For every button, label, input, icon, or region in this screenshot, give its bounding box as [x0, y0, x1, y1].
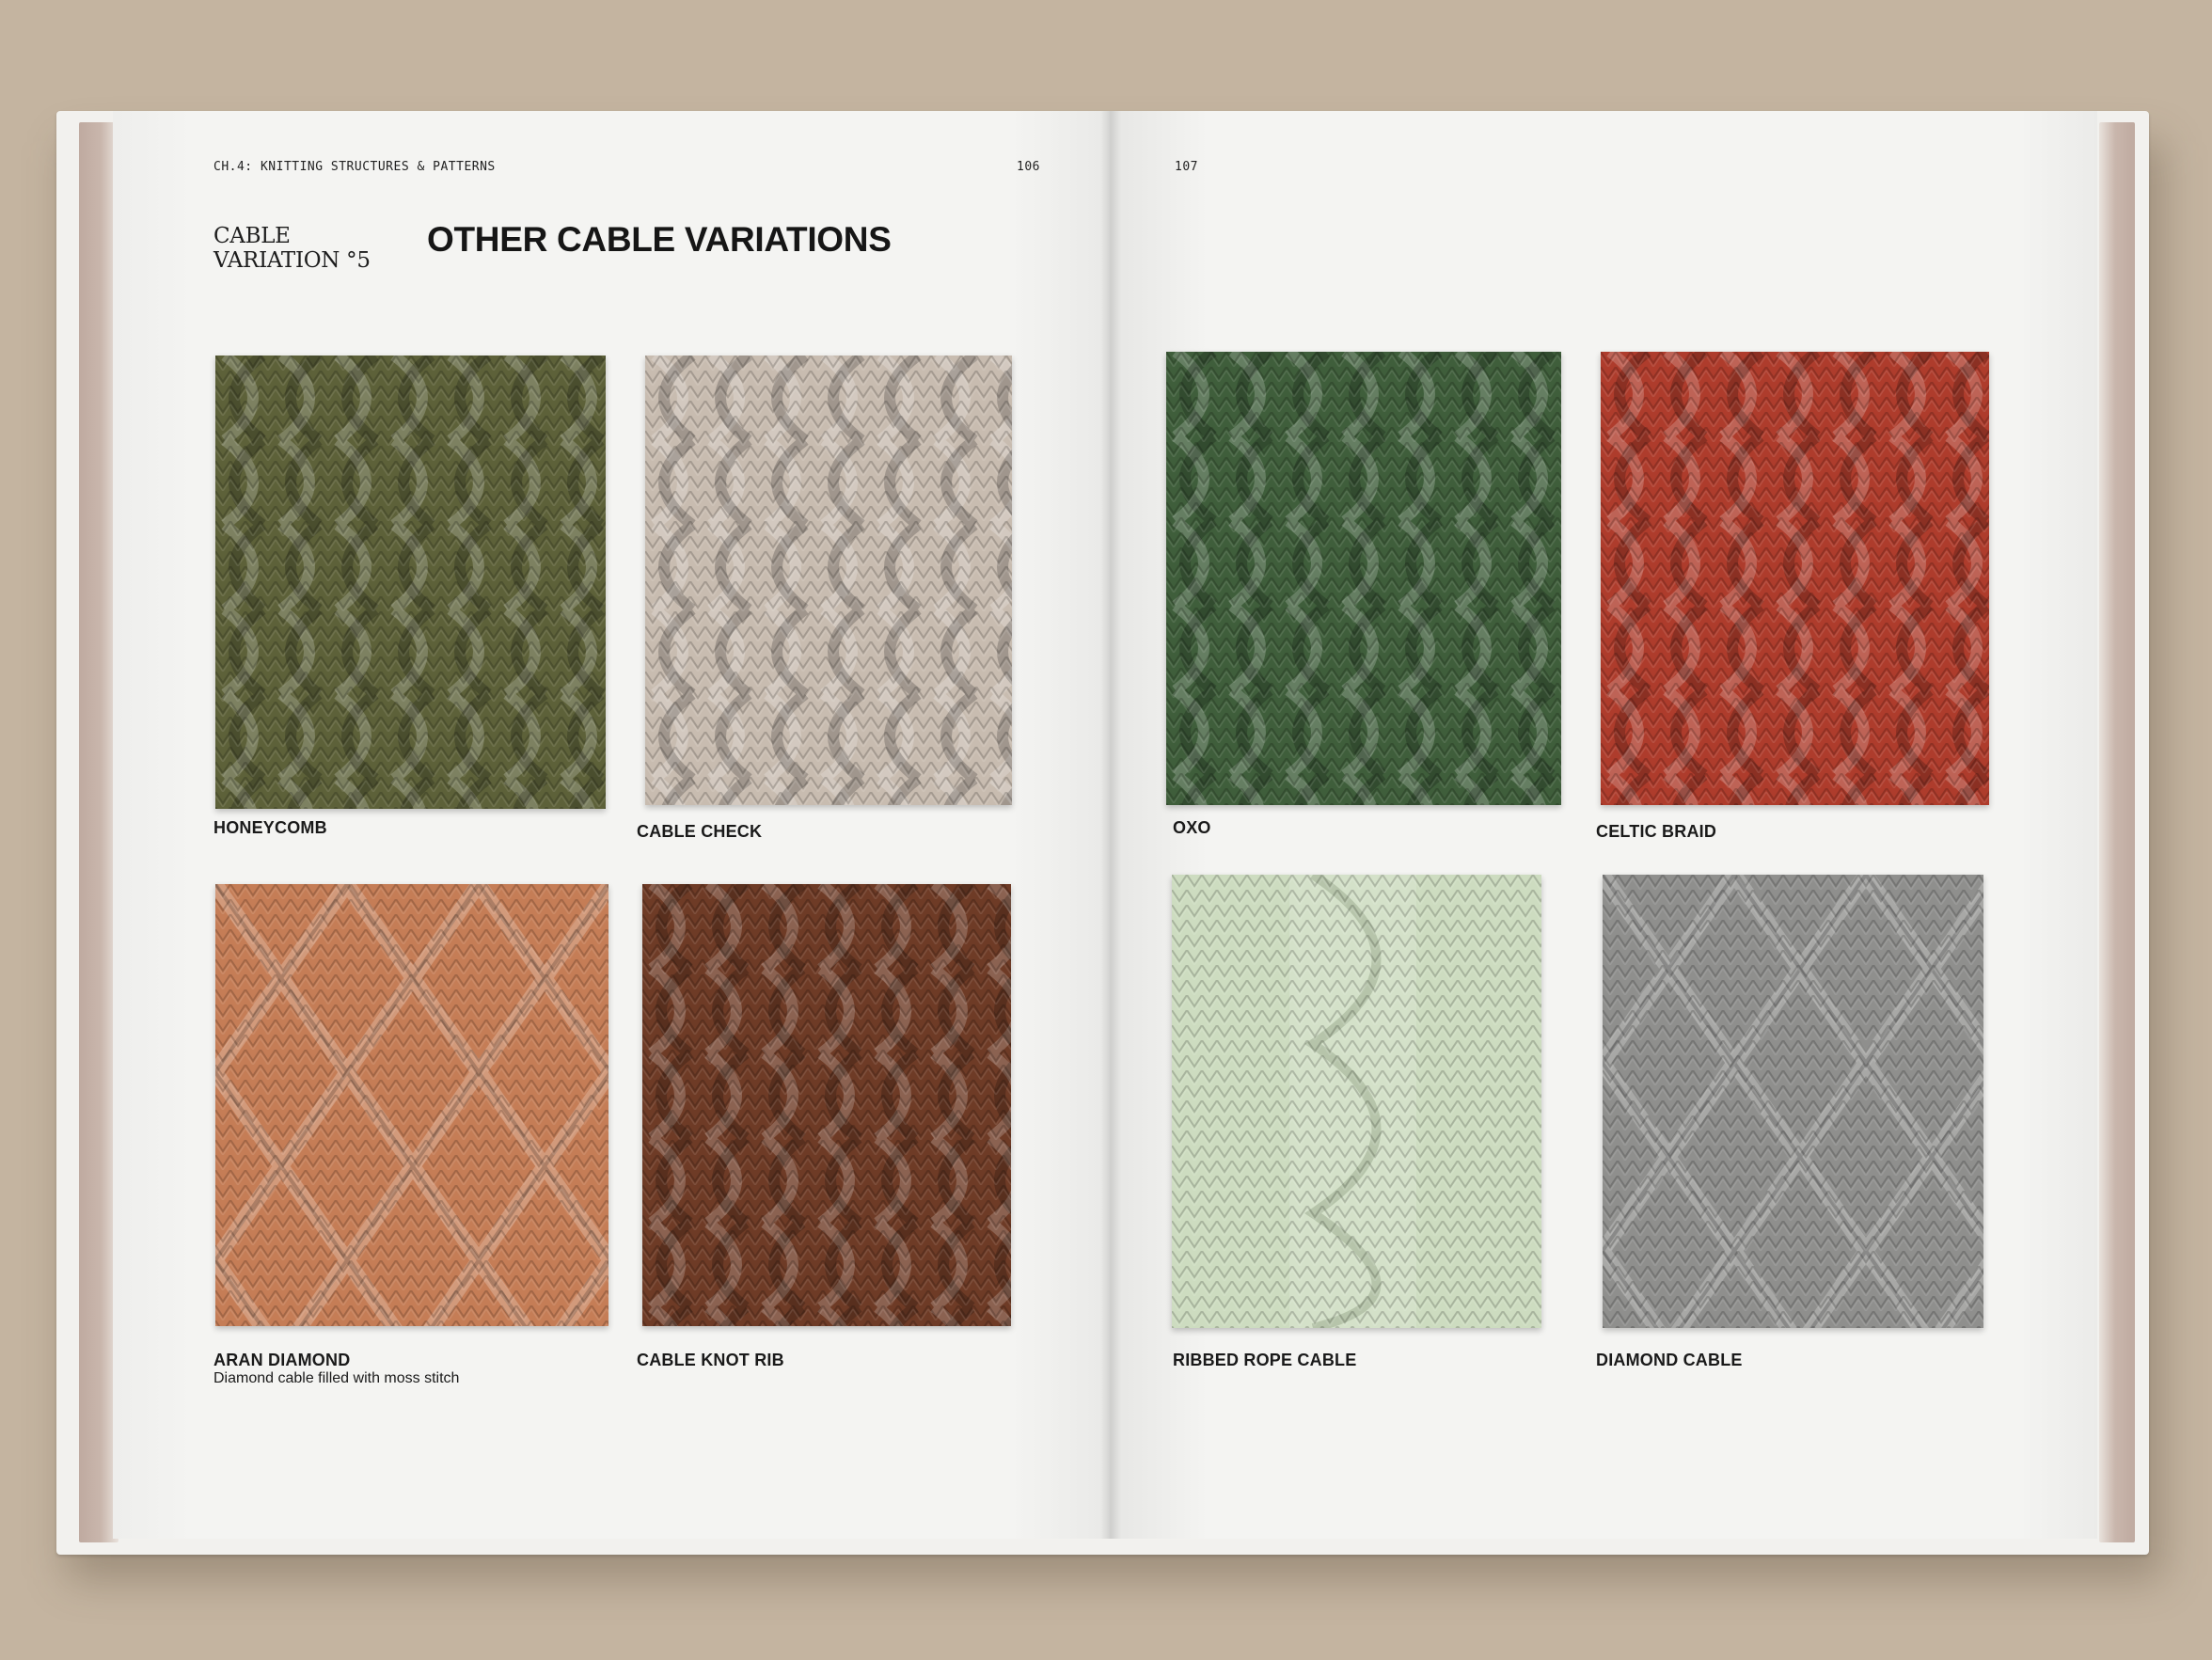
ribbed-rope-cable-swatch-image [1172, 875, 1541, 1328]
swatch-label-cable-check: CABLE CHECK [637, 822, 763, 841]
swatch-diamond-cable [1603, 875, 1983, 1328]
variation-label-line1: CABLE [213, 224, 291, 248]
swatch-aran-diamond [215, 884, 608, 1326]
cable-knot-rib-swatch-image [642, 884, 1011, 1326]
swatch-label-ribbed-rope-cable: RIBBED ROPE CABLE [1173, 1351, 1357, 1369]
swatch-oxo [1166, 352, 1561, 805]
swatch-label-diamond-cable: DIAMOND CABLE [1596, 1351, 1743, 1369]
book-gutter [1100, 111, 1121, 1539]
celtic-braid-swatch-image [1601, 352, 1989, 805]
page-number-right: 107 [1175, 160, 1198, 174]
swatch-honeycomb [215, 356, 606, 809]
swatch-cable-knot-rib [642, 884, 1011, 1326]
swatch-label-cable-knot-rib: CABLE KNOT RIB [637, 1351, 784, 1369]
swatch-ribbed-rope-cable [1172, 875, 1541, 1328]
cable-check-swatch-image [645, 356, 1012, 805]
aran-diamond-swatch-image [215, 884, 608, 1326]
page-title: OTHER CABLE VARIATIONS [427, 220, 892, 259]
swatch-label-celtic-braid: CELTIC BRAID [1596, 822, 1717, 841]
variation-label: CABLE VARIATION °5 [213, 224, 383, 273]
variation-label-line2: VARIATION °5 [213, 248, 371, 273]
swatch-label-honeycomb: HONEYCOMB [213, 818, 327, 837]
swatch-sublabel-aran-diamond: Diamond cable filled with moss stitch [213, 1370, 460, 1386]
page-edges-right [2099, 122, 2135, 1542]
swatch-label-oxo: OXO [1173, 818, 1211, 837]
running-head: CH.4: KNITTING STRUCTURES & PATTERNS [213, 160, 496, 174]
swatch-celtic-braid [1601, 352, 1989, 805]
oxo-swatch-image [1166, 352, 1561, 805]
diamond-cable-swatch-image [1603, 875, 1983, 1328]
page-number-left: 106 [1017, 160, 1040, 174]
swatch-cable-check [645, 356, 1012, 805]
honeycomb-swatch-image [215, 356, 606, 809]
swatch-label-aran-diamond: ARAN DIAMOND [213, 1351, 351, 1369]
